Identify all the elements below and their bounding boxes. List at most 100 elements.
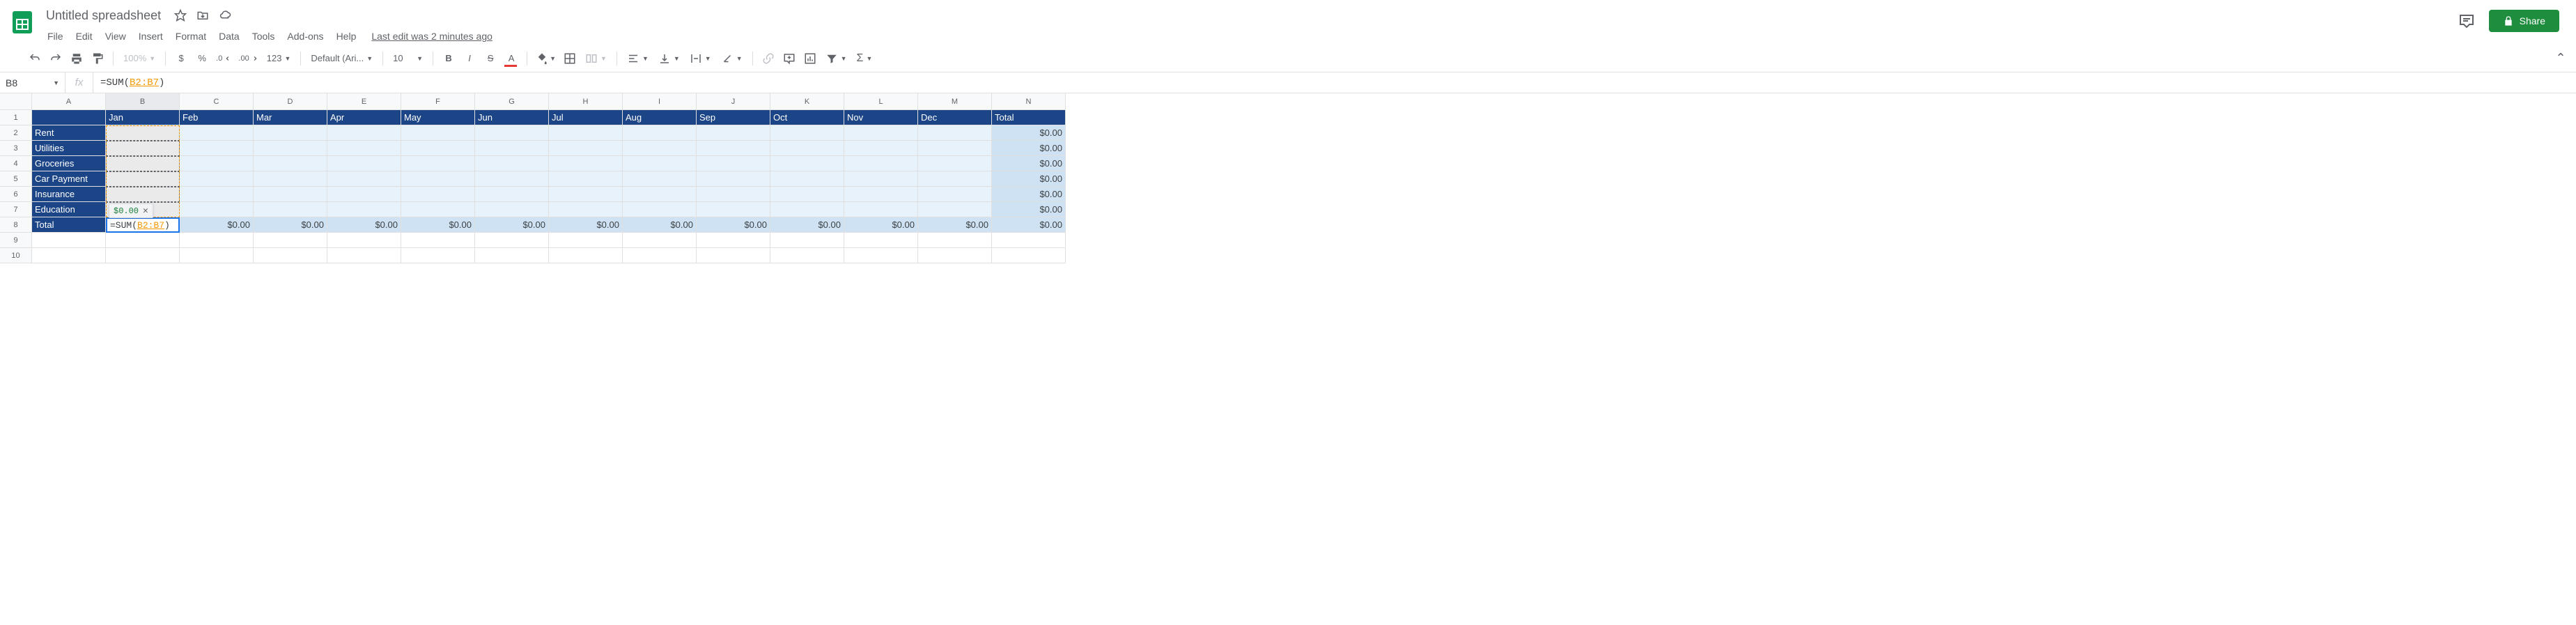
col-header-M[interactable]: M: [918, 93, 992, 110]
sheets-logo-icon[interactable]: [8, 8, 36, 36]
cell[interactable]: $0.00: [918, 217, 992, 233]
menu-view[interactable]: View: [100, 28, 132, 45]
h-align-icon[interactable]: ▼: [623, 52, 653, 65]
cell[interactable]: [327, 233, 401, 248]
col-header-K[interactable]: K: [770, 93, 844, 110]
cell[interactable]: $0.00: [327, 217, 401, 233]
cell[interactable]: [254, 156, 327, 171]
rotate-icon[interactable]: ▼: [717, 52, 747, 65]
cell[interactable]: [770, 171, 844, 187]
cell[interactable]: [254, 171, 327, 187]
cell[interactable]: Groceries: [32, 156, 106, 171]
filter-icon[interactable]: ▼: [821, 52, 851, 65]
cell[interactable]: $0.00: [992, 187, 1066, 202]
cell[interactable]: $0.00: [697, 217, 770, 233]
cell[interactable]: [623, 233, 697, 248]
cell[interactable]: [475, 202, 549, 217]
cell[interactable]: [401, 156, 475, 171]
cell[interactable]: [401, 233, 475, 248]
cell[interactable]: [106, 233, 180, 248]
formula-input[interactable]: =SUM(B2:B7): [93, 72, 2576, 93]
col-header-A[interactable]: A: [32, 93, 106, 110]
cell[interactable]: $0.00: [844, 217, 918, 233]
cell[interactable]: [844, 171, 918, 187]
col-header-H[interactable]: H: [549, 93, 623, 110]
print-icon[interactable]: [67, 49, 86, 68]
cell[interactable]: [623, 248, 697, 263]
last-edit-link[interactable]: Last edit was 2 minutes ago: [371, 31, 492, 42]
cell[interactable]: [475, 171, 549, 187]
cell[interactable]: [549, 248, 623, 263]
cell[interactable]: [106, 156, 180, 171]
col-header-B[interactable]: B: [106, 93, 180, 110]
font-size-select[interactable]: 10▼: [389, 53, 427, 63]
cell[interactable]: [327, 156, 401, 171]
cell[interactable]: [697, 233, 770, 248]
cell[interactable]: [180, 156, 254, 171]
cell[interactable]: $0.00: [401, 217, 475, 233]
insert-comment-icon[interactable]: [779, 49, 799, 68]
cell[interactable]: Oct: [770, 110, 844, 125]
cell[interactable]: [918, 171, 992, 187]
cell[interactable]: [549, 141, 623, 156]
row-header[interactable]: 2: [0, 125, 32, 141]
format-currency-icon[interactable]: $: [171, 49, 191, 68]
cell[interactable]: [623, 202, 697, 217]
cell[interactable]: Dec: [918, 110, 992, 125]
menu-data[interactable]: Data: [213, 28, 245, 45]
cell[interactable]: [844, 187, 918, 202]
cell[interactable]: $0.00: [992, 141, 1066, 156]
cell[interactable]: May: [401, 110, 475, 125]
cell[interactable]: [918, 248, 992, 263]
cell[interactable]: [475, 233, 549, 248]
cell[interactable]: Apr: [327, 110, 401, 125]
merge-cells-icon[interactable]: ▼: [581, 52, 611, 65]
cell[interactable]: $0.00: [549, 217, 623, 233]
cell[interactable]: [180, 233, 254, 248]
cell[interactable]: [770, 202, 844, 217]
col-header-J[interactable]: J: [697, 93, 770, 110]
cell[interactable]: $0.00: [623, 217, 697, 233]
col-header-I[interactable]: I: [623, 93, 697, 110]
cell[interactable]: Rent: [32, 125, 106, 141]
cell[interactable]: [918, 233, 992, 248]
cell[interactable]: [770, 125, 844, 141]
col-header-F[interactable]: F: [401, 93, 475, 110]
cell[interactable]: [918, 125, 992, 141]
cell[interactable]: [918, 187, 992, 202]
cell[interactable]: Mar: [254, 110, 327, 125]
cell[interactable]: [844, 125, 918, 141]
cell[interactable]: $0.00: [992, 202, 1066, 217]
wrap-icon[interactable]: ▼: [685, 52, 715, 65]
cell[interactable]: [697, 248, 770, 263]
more-formats-select[interactable]: 123▼: [263, 53, 295, 63]
insert-chart-icon[interactable]: [800, 49, 820, 68]
col-header-E[interactable]: E: [327, 93, 401, 110]
cell[interactable]: $0.00: [992, 217, 1066, 233]
cell[interactable]: [770, 156, 844, 171]
cell[interactable]: [180, 141, 254, 156]
cell[interactable]: [697, 187, 770, 202]
menu-help[interactable]: Help: [331, 28, 362, 45]
cell[interactable]: [918, 156, 992, 171]
col-header-G[interactable]: G: [475, 93, 549, 110]
row-header[interactable]: 10: [0, 248, 32, 263]
cell[interactable]: [327, 141, 401, 156]
cell[interactable]: [475, 187, 549, 202]
cell[interactable]: [623, 141, 697, 156]
cell[interactable]: [254, 187, 327, 202]
cell[interactable]: [180, 171, 254, 187]
cell[interactable]: [32, 233, 106, 248]
insert-link-icon[interactable]: [759, 49, 778, 68]
cell[interactable]: [844, 233, 918, 248]
cell[interactable]: [254, 141, 327, 156]
cell[interactable]: $0.00: [254, 217, 327, 233]
cell[interactable]: [180, 125, 254, 141]
cell[interactable]: [770, 187, 844, 202]
cell[interactable]: [623, 187, 697, 202]
row-header[interactable]: 1: [0, 110, 32, 125]
cell[interactable]: [180, 202, 254, 217]
spreadsheet-grid[interactable]: ABCDEFGHIJKLMN1JanFebMarAprMayJunJulAugS…: [0, 93, 2576, 263]
cell[interactable]: $0.00: [180, 217, 254, 233]
cell[interactable]: [844, 156, 918, 171]
